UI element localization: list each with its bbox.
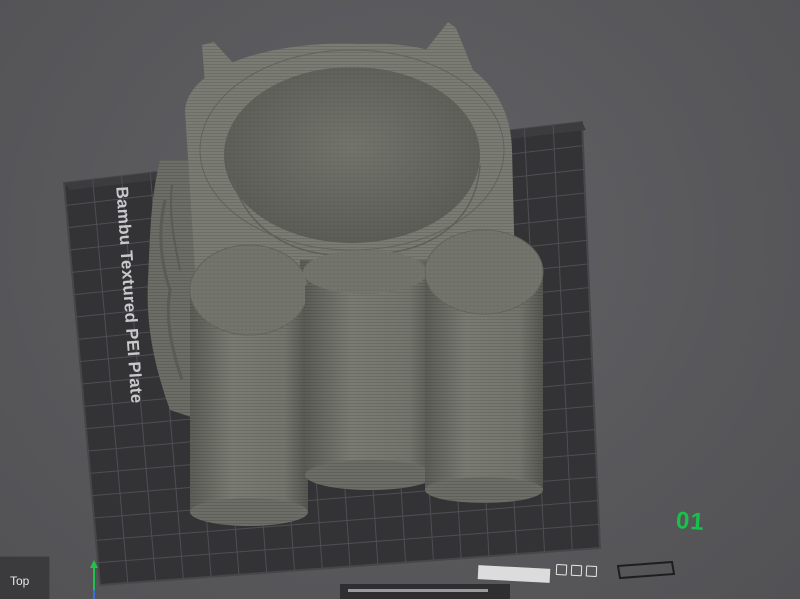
view-orientation-label[interactable]: Top bbox=[0, 556, 50, 599]
plate-progress-bar bbox=[348, 589, 488, 592]
plate-number[interactable]: 01 bbox=[675, 507, 706, 537]
axis-gizmo bbox=[90, 560, 98, 599]
plate-toolbar bbox=[555, 561, 598, 579]
model-cylinder-right-top bbox=[424, 229, 544, 315]
delete-icon[interactable] bbox=[585, 565, 598, 577]
plate-progress-strip bbox=[340, 584, 510, 599]
model-cylinder-left-top bbox=[189, 244, 309, 336]
model-cylinder-right[interactable] bbox=[424, 229, 544, 503]
lock-icon[interactable] bbox=[555, 563, 568, 575]
frame-icon[interactable] bbox=[570, 564, 583, 576]
model-cylinder-center[interactable] bbox=[303, 250, 435, 490]
3d-viewport[interactable]: Bambu Textured PEI Plate 01 Top bbox=[0, 0, 800, 599]
axis-y-arrow-icon bbox=[90, 560, 98, 568]
model-cylinder-left[interactable] bbox=[189, 244, 309, 526]
plate-corner-marker bbox=[616, 560, 676, 580]
